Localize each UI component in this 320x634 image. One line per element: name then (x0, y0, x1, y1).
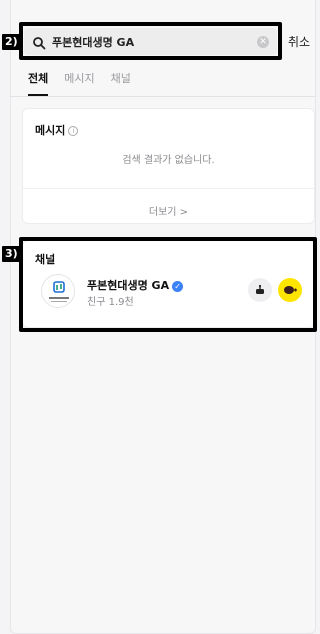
messages-section: 메시지 i 검색 결과가 없습니다. 더보기 > (22, 108, 315, 224)
cancel-button[interactable]: 취소 (288, 33, 310, 50)
search-highlight-box (19, 22, 282, 60)
tab-divider (10, 96, 316, 97)
channel-highlight-box (19, 237, 317, 332)
info-icon[interactable]: i (68, 126, 79, 136)
card-divider (23, 188, 314, 189)
tab-all[interactable]: 전체 (28, 70, 49, 96)
empty-result-text: 검색 결과가 없습니다. (122, 155, 215, 166)
marker-channel: 3) (2, 246, 21, 262)
marker-search: 2) (2, 34, 21, 50)
messages-title-text: 메시지 (35, 124, 66, 137)
tab-channels[interactable]: 채널 (111, 70, 131, 96)
messages-title: 메시지 i (35, 122, 79, 138)
tab-messages[interactable]: 메시지 (64, 70, 94, 96)
result-tabs: 전체 메시지 채널 (28, 70, 131, 96)
more-button[interactable]: 더보기 > (23, 203, 314, 218)
